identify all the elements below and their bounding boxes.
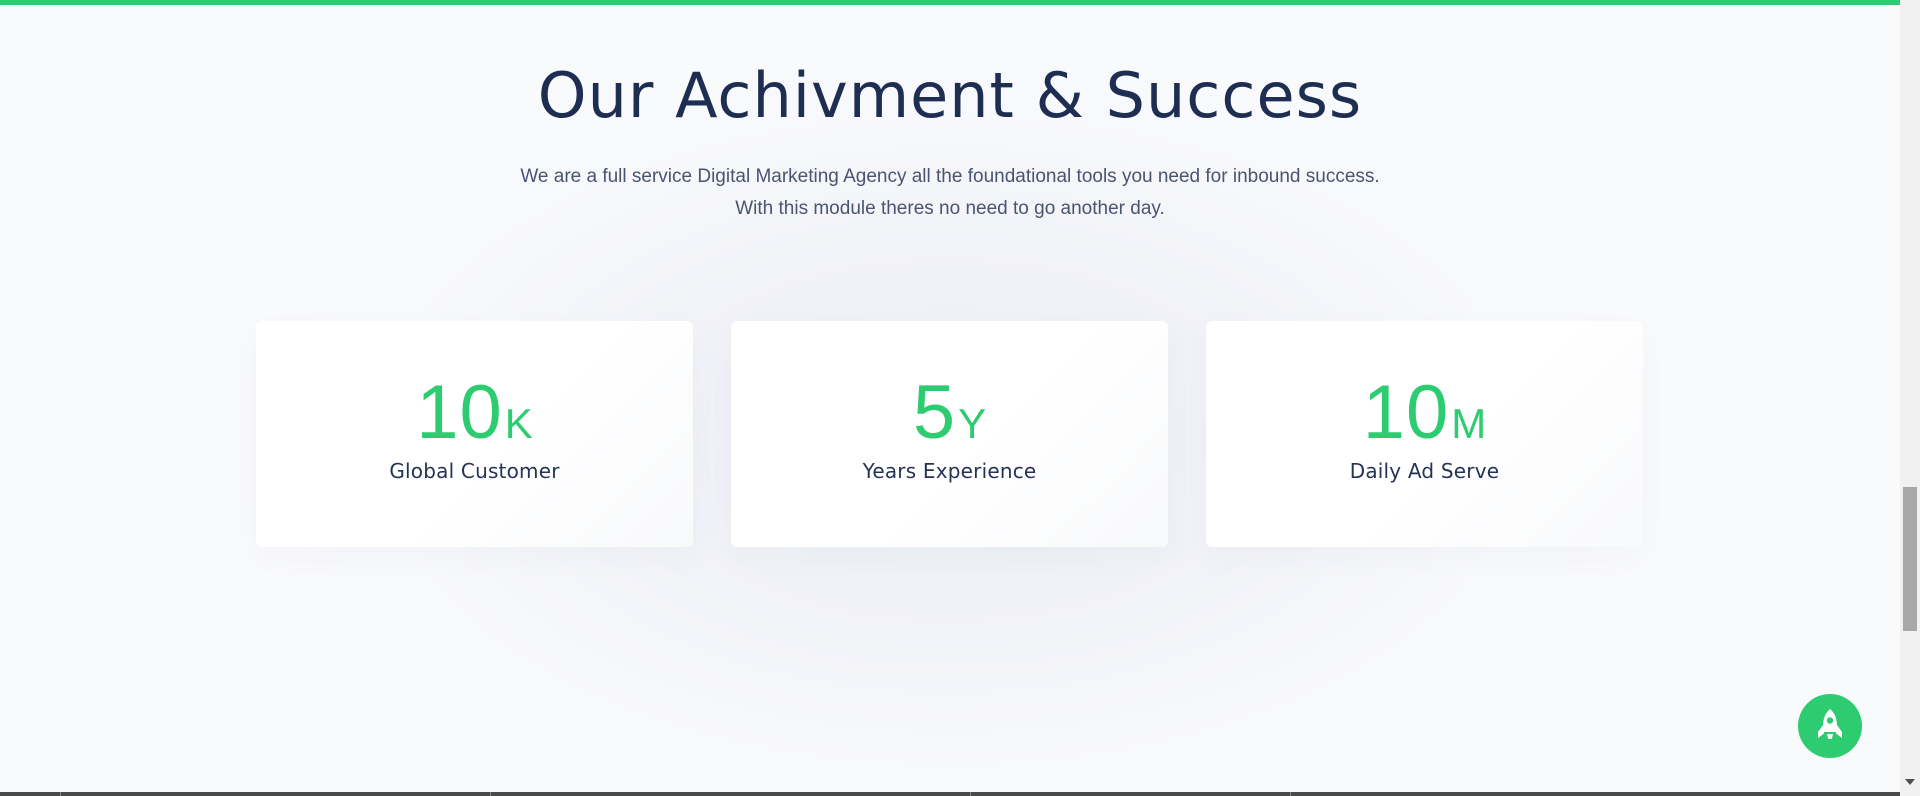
stat-suffix: K: [504, 400, 533, 447]
stat-label: Global Customer: [389, 459, 560, 483]
bottom-edge: [0, 792, 1900, 796]
stat-card-global-customer: 10K Global Customer: [256, 321, 693, 547]
page: Our Achivment & Success We are a full se…: [0, 0, 1920, 796]
scrollbar-thumb[interactable]: [1903, 487, 1917, 631]
stat-value: 10K: [256, 373, 693, 453]
stat-card-daily-ad-serve: 10M Daily Ad Serve: [1206, 321, 1643, 547]
stat-number: 10: [1362, 370, 1450, 455]
stat-value: 5Y: [731, 373, 1168, 453]
stat-suffix: Y: [958, 400, 987, 447]
rocket-icon: [1818, 709, 1842, 739]
stat-suffix: M: [1451, 400, 1487, 447]
scroll-down-arrow-icon[interactable]: [1905, 779, 1915, 785]
vertical-scrollbar[interactable]: [1900, 0, 1920, 796]
section-description: We are a full service Digital Marketing …: [520, 166, 1380, 219]
stat-label: Years Experience: [862, 459, 1037, 483]
back-to-top-button[interactable]: [1798, 694, 1862, 758]
stat-card-years-experience: 5Y Years Experience: [731, 321, 1168, 547]
stat-value: 10M: [1206, 373, 1643, 453]
top-accent-bar: [0, 0, 1920, 5]
stat-number: 5: [912, 370, 957, 455]
section-title: Our Achivment & Success: [537, 59, 1363, 132]
stat-label: Daily Ad Serve: [1349, 459, 1500, 483]
stat-number: 10: [416, 370, 503, 455]
